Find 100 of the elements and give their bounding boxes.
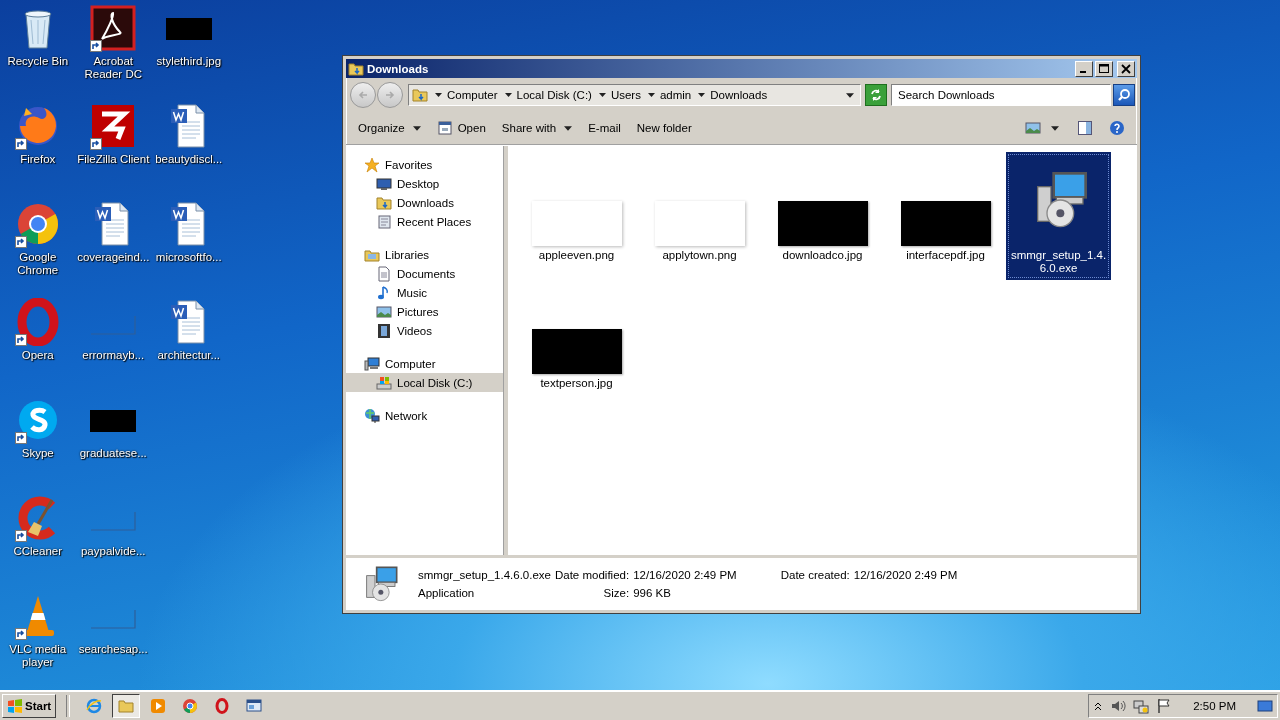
browser-e-icon bbox=[86, 698, 103, 714]
file-name[interactable]: downloadco.jpg bbox=[772, 248, 873, 266]
caret-icon[interactable] bbox=[647, 93, 655, 97]
refresh-icon bbox=[869, 88, 883, 102]
ring-icon bbox=[214, 698, 231, 714]
drive-icon bbox=[376, 374, 392, 391]
search-field[interactable]: Search Downloads bbox=[891, 84, 1111, 106]
icon-label[interactable]: CCleaner bbox=[0, 545, 75, 558]
toolbar-button[interactable]: Organize bbox=[352, 119, 427, 137]
pane-icon bbox=[1077, 120, 1093, 136]
file-type: Application bbox=[418, 587, 476, 599]
icon-label[interactable]: stylethird.jpg bbox=[151, 55, 226, 68]
chevron-up-icon[interactable] bbox=[1093, 701, 1104, 711]
folder-icon bbox=[118, 698, 135, 714]
browser-ring-icon bbox=[182, 698, 199, 714]
folder-icon bbox=[376, 194, 392, 211]
search-button[interactable] bbox=[1113, 84, 1135, 106]
navigation-item[interactable]: Computer bbox=[346, 354, 503, 373]
breadcrumb-item[interactable]: Computer bbox=[447, 89, 498, 101]
navigation-item[interactable]: Network bbox=[346, 406, 503, 425]
icon-label[interactable]: graduatese... bbox=[76, 447, 151, 460]
field-label: Date created: bbox=[780, 569, 850, 581]
icon-label[interactable]: coverageind... bbox=[76, 251, 151, 264]
picture-icon bbox=[376, 303, 392, 320]
file-name[interactable]: textperson.jpg bbox=[526, 376, 627, 394]
minimize-button[interactable] bbox=[1075, 60, 1093, 77]
navigation-item[interactable]: Local Disk (C:) bbox=[346, 373, 503, 392]
flag-icon[interactable] bbox=[1156, 698, 1173, 714]
icon-label[interactable]: searchesap... bbox=[76, 643, 151, 656]
dropdown-caret-icon[interactable] bbox=[846, 92, 854, 98]
picture-icon bbox=[1025, 120, 1041, 136]
toolbar-button[interactable]: E-mail bbox=[582, 119, 627, 137]
icon-label[interactable]: microsoftfo... bbox=[151, 251, 226, 264]
clock[interactable]: 2:50 PM bbox=[1193, 700, 1236, 712]
icon-label[interactable]: paypalvide... bbox=[76, 545, 151, 558]
icon-label[interactable]: Opera bbox=[0, 349, 75, 362]
show-desktop-icon[interactable] bbox=[1257, 698, 1273, 714]
breadcrumb-item[interactable]: Local Disk (C:) bbox=[516, 89, 592, 101]
icon-label[interactable]: errormayb... bbox=[76, 349, 151, 362]
navigation-item[interactable]: Videos bbox=[346, 321, 503, 340]
taskbar-button[interactable] bbox=[112, 694, 141, 718]
icon-label[interactable]: beautydiscl... bbox=[151, 153, 226, 166]
caret-icon bbox=[412, 125, 421, 131]
navigation-item[interactable]: Desktop bbox=[346, 174, 503, 193]
image-thumbnail[interactable] bbox=[777, 201, 868, 246]
navigation-item[interactable]: Music bbox=[346, 283, 503, 302]
toolbar-button[interactable]: Open bbox=[430, 117, 492, 139]
field-value: 12/16/2020 2:49 PM bbox=[853, 569, 958, 581]
refresh-button[interactable] bbox=[865, 84, 887, 106]
forward-arrow-icon bbox=[384, 89, 396, 101]
caret-icon[interactable] bbox=[435, 93, 442, 97]
caret-icon[interactable] bbox=[504, 93, 512, 97]
caret-icon[interactable] bbox=[698, 93, 706, 97]
reader-app-icon[interactable] bbox=[89, 4, 138, 52]
network-icon bbox=[364, 407, 380, 424]
file-name[interactable]: appleeven.png bbox=[526, 248, 627, 266]
image-thumbnail[interactable] bbox=[900, 201, 991, 246]
toolbar-button[interactable]: Share with bbox=[495, 119, 579, 137]
file-name: smmgr_setup_1.4.6.0.exe bbox=[418, 569, 551, 581]
toolbar-button[interactable]: New folder bbox=[630, 119, 698, 137]
navigation-item[interactable]: Pictures bbox=[346, 302, 503, 321]
star-icon bbox=[364, 156, 380, 173]
breadcrumb-item[interactable]: Users bbox=[610, 89, 641, 101]
maximize-button[interactable] bbox=[1095, 60, 1113, 77]
image-thumbnail[interactable] bbox=[531, 329, 622, 374]
play-icon bbox=[150, 698, 167, 714]
monitor-icon bbox=[376, 175, 392, 192]
navigation-item[interactable]: Favorites bbox=[346, 155, 503, 174]
breadcrumb-item[interactable]: Downloads bbox=[710, 89, 768, 101]
search-icon bbox=[1117, 88, 1131, 102]
start-button[interactable]: Start bbox=[2, 694, 57, 718]
close-button[interactable] bbox=[1117, 60, 1135, 77]
network-icon[interactable] bbox=[1133, 698, 1150, 714]
address-bar[interactable]: Computer Local Disk (C:) Users admin Downloads bbox=[408, 84, 861, 106]
file-name[interactable]: applytown.png bbox=[649, 248, 750, 266]
navigation-item[interactable]: Libraries bbox=[346, 245, 503, 264]
caret-icon[interactable] bbox=[1051, 125, 1059, 131]
field-value: 996 KB bbox=[633, 587, 672, 599]
breadcrumb-item[interactable]: admin bbox=[659, 89, 692, 101]
icon-label[interactable]: Recycle Bin bbox=[0, 55, 75, 68]
help-icon bbox=[1109, 120, 1125, 136]
speaker-icon[interactable] bbox=[1110, 698, 1127, 714]
icon-label[interactable]: Acrobat Reader DC bbox=[76, 55, 151, 81]
windows-flag-icon bbox=[7, 698, 23, 714]
image-thumbnail[interactable] bbox=[531, 201, 622, 246]
document-icon bbox=[376, 265, 392, 282]
navigation-item[interactable]: Recent Places bbox=[346, 212, 503, 231]
icon-label[interactable]: architectur... bbox=[151, 349, 226, 362]
navigation-item[interactable]: Downloads bbox=[346, 193, 503, 212]
icon-label[interactable]: Google Chrome bbox=[0, 251, 75, 277]
icon-label[interactable]: FileZilla Client bbox=[76, 153, 151, 166]
navigation-item[interactable]: Documents bbox=[346, 264, 503, 283]
caret-icon[interactable] bbox=[598, 93, 606, 97]
file-name[interactable]: interfacepdf.jpg bbox=[895, 248, 996, 266]
image-thumbnail[interactable] bbox=[654, 201, 745, 246]
minimize-icon bbox=[1080, 70, 1086, 73]
film-strip-icon bbox=[376, 322, 392, 339]
icon-label[interactable]: Skype bbox=[0, 447, 75, 460]
icon-label[interactable]: Firefox bbox=[0, 153, 75, 166]
icon-label[interactable]: VLC media player bbox=[0, 643, 75, 669]
